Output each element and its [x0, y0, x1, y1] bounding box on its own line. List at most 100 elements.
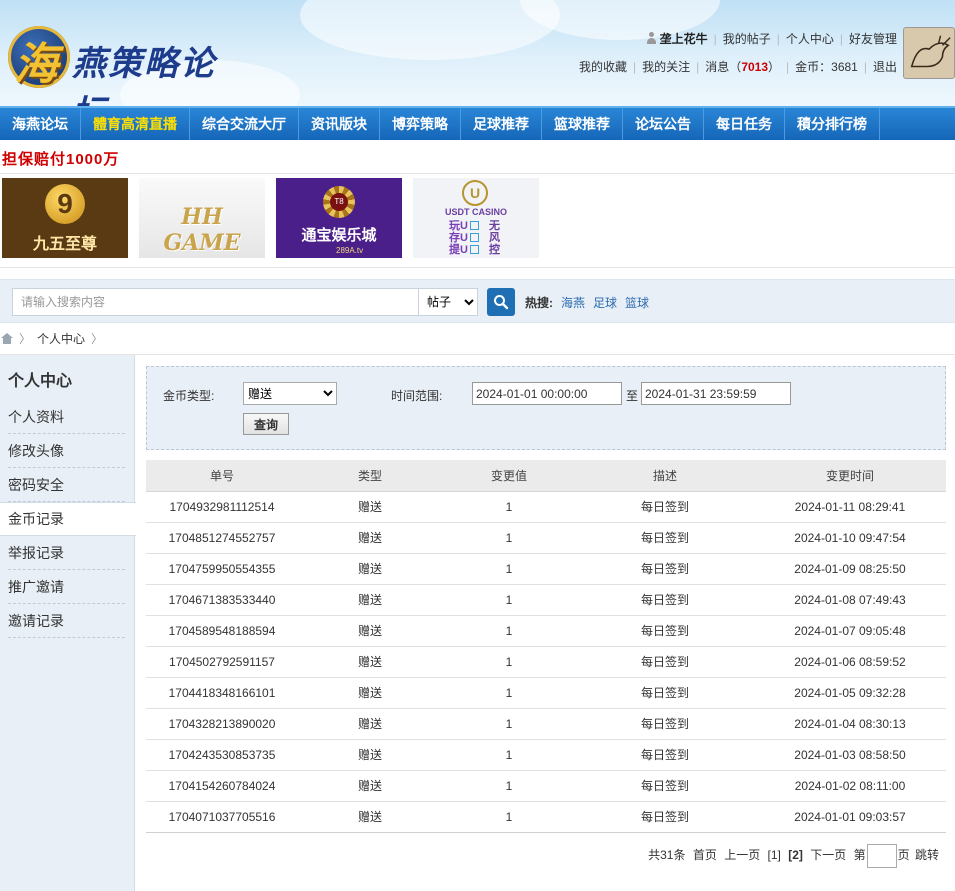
search-type-select[interactable]: 帖子	[418, 288, 478, 316]
table-row: 1704932981112514 赠送 1 每日签到 2024-01-11 08:29:…	[146, 491, 946, 523]
breadcrumb: 〉个人中心〉	[0, 330, 109, 348]
nav-item-news[interactable]: 资讯版块	[299, 108, 380, 140]
banner-title: USDT CASINO	[444, 207, 507, 217]
cell-type: 赠送	[298, 615, 442, 647]
banner-ad-jiuwu[interactable]: 9 九五至尊	[2, 178, 128, 258]
start-time-input[interactable]	[472, 382, 622, 405]
nav-item-sports-live[interactable]: 體育高清直播	[81, 108, 190, 140]
breadcrumb-current[interactable]: 个人中心	[37, 332, 85, 346]
cell-change: 1	[442, 739, 576, 771]
nav-item-haiyan-forum[interactable]: 海燕论坛	[0, 108, 81, 140]
sidebar-item-avatar[interactable]: 修改头像	[0, 434, 135, 468]
sidebar-item-invite-records[interactable]: 邀请记录	[0, 604, 135, 638]
banner-lines: 玩U 存U 提U	[449, 220, 481, 256]
nav-item-strategy[interactable]: 博弈策略	[380, 108, 461, 140]
cell-description: 每日签到	[576, 708, 754, 740]
banner-ad-tongbao[interactable]: 通宝娱乐城 289A.tv	[276, 178, 402, 258]
cell-description: 每日签到	[576, 770, 754, 802]
cell-order-id: 1704851274552757	[146, 522, 298, 554]
cell-type: 赠送	[298, 553, 442, 585]
my-follows-link[interactable]: 我的关注	[642, 60, 690, 74]
cell-change: 1	[442, 801, 576, 833]
hot-search-link-basketball[interactable]: 篮球	[625, 294, 649, 311]
filter-panel: 金币类型: 赠送 时间范围: 至 查询	[146, 366, 946, 450]
cell-description: 每日签到	[576, 522, 754, 554]
nav-item-basketball[interactable]: 篮球推荐	[542, 108, 623, 140]
page-1-link[interactable]: [1]	[768, 848, 781, 862]
banner-ad-usdt-casino[interactable]: U USDT CASINO 玩U 存U 提U 无 风 控	[413, 178, 539, 258]
prev-page-link[interactable]: 上一页	[724, 848, 760, 862]
banner-ad-hhgame[interactable]: HH GAME	[139, 178, 265, 258]
user-bar: 垄上花牛 | 我的帖子 | 个人中心 | 好友管理 我的收藏 | 我的关注 | 消息（7013） | 金…	[579, 31, 897, 87]
table-row: 1704502792591157 赠送 1 每日签到 2024-01-06 08:59:…	[146, 646, 946, 678]
cell-description: 每日签到	[576, 584, 754, 616]
banner-line: 风	[489, 232, 500, 244]
nav-item-general-hall[interactable]: 综合交流大厅	[190, 108, 299, 140]
first-page-link[interactable]: 首页	[693, 848, 717, 862]
sidebar-item-profile[interactable]: 个人资料	[0, 400, 135, 434]
sidebar-item-promotion[interactable]: 推广邀请	[0, 570, 135, 604]
site-logo[interactable]: 海 燕策略论坛	[4, 22, 244, 106]
cell-order-id: 1704154260784024	[146, 770, 298, 802]
column-header-type: 类型	[298, 460, 442, 492]
table-row: 1704154260784024 赠送 1 每日签到 2024-01-02 08:11:…	[146, 770, 946, 802]
cell-time: 2024-01-03 08:58:50	[754, 739, 946, 771]
usdt-logo-icon: U	[462, 180, 488, 206]
search-bar: 帖子 热搜: 海燕 足球 篮球	[0, 279, 955, 323]
casino-chip-icon	[323, 186, 355, 218]
banner-line: 存U	[449, 232, 468, 244]
column-header-time: 变更时间	[754, 460, 946, 492]
user-avatar[interactable]	[903, 27, 955, 79]
messages-label: 消息	[705, 60, 730, 74]
cell-time: 2024-01-11 08:29:41	[754, 491, 946, 523]
nav-item-daily-tasks[interactable]: 每日任务	[704, 108, 785, 140]
messages-link[interactable]: 消息（7013）	[705, 60, 780, 74]
cell-time: 2024-01-05 09:32:28	[754, 677, 946, 709]
chevron-right-icon: 〉	[91, 332, 104, 346]
checkbox-icon	[469, 233, 479, 242]
sidebar-item-reports[interactable]: 举报记录	[0, 536, 135, 570]
time-range-label: 时间范围:	[391, 389, 443, 403]
cell-change: 1	[442, 615, 576, 647]
banner-text: 通宝娱乐城	[301, 226, 377, 244]
cell-type: 赠送	[298, 708, 442, 740]
my-posts-link[interactable]: 我的帖子	[723, 32, 771, 46]
jump-button[interactable]: 跳转	[915, 848, 939, 862]
table-row: 1704671383533440 赠送 1 每日签到 2024-01-08 07:49:…	[146, 584, 946, 616]
table-header-row: 单号 类型 变更值 描述 变更时间	[146, 460, 946, 492]
current-page: [2]	[788, 848, 803, 862]
friend-manage-link[interactable]: 好友管理	[849, 32, 897, 46]
home-icon[interactable]	[1, 333, 13, 344]
hot-search-link-football[interactable]: 足球	[593, 294, 617, 311]
table-row: 1704328213890020 赠送 1 每日签到 2024-01-04 08:30:…	[146, 708, 946, 740]
sidebar-item-password[interactable]: 密码安全	[0, 468, 135, 502]
banner-line: 提U	[449, 244, 468, 256]
logo-char: 海	[14, 39, 58, 90]
next-page-link[interactable]: 下一页	[810, 848, 846, 862]
search-input[interactable]	[12, 288, 419, 316]
hot-search-link-haiyan[interactable]: 海燕	[561, 294, 585, 311]
nav-item-points-ranking[interactable]: 積分排行榜	[785, 108, 880, 140]
avatar-bull-icon	[904, 28, 954, 78]
page-jump-input[interactable]	[866, 843, 897, 868]
username-link[interactable]: 垄上花牛	[660, 32, 708, 46]
user-center-link[interactable]: 个人中心	[786, 32, 834, 46]
cell-order-id: 1704071037705516	[146, 801, 298, 833]
cell-change: 1	[442, 584, 576, 616]
cell-description: 每日签到	[576, 646, 754, 678]
query-button[interactable]: 查询	[243, 413, 289, 435]
cell-order-id: 1704328213890020	[146, 708, 298, 740]
my-favorites-link[interactable]: 我的收藏	[579, 60, 627, 74]
promo-headline[interactable]: 担保赔付1000万	[2, 148, 119, 169]
cell-time: 2024-01-07 09:05:48	[754, 615, 946, 647]
coin-type-select[interactable]: 赠送	[243, 382, 337, 405]
end-time-input[interactable]	[641, 382, 791, 405]
nav-item-football[interactable]: 足球推荐	[461, 108, 542, 140]
nav-item-announcements[interactable]: 论坛公告	[623, 108, 704, 140]
logout-link[interactable]: 退出	[873, 60, 897, 74]
cell-description: 每日签到	[576, 491, 754, 523]
cell-order-id: 1704671383533440	[146, 584, 298, 616]
search-button[interactable]	[487, 288, 515, 316]
sidebar-item-coin-records[interactable]: 金币记录	[0, 502, 136, 536]
table-row: 1704418348166101 赠送 1 每日签到 2024-01-05 09:32:…	[146, 677, 946, 709]
